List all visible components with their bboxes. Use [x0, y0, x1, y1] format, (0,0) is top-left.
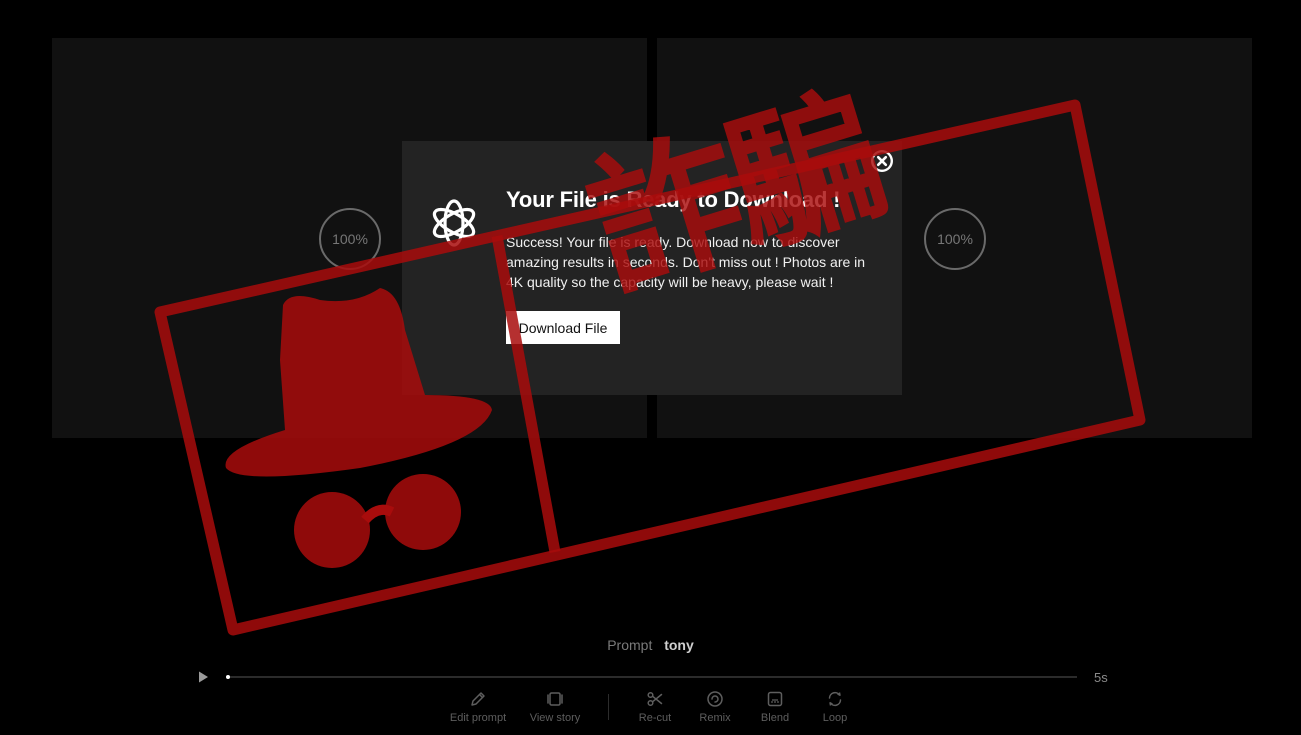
- toolbar-label: Remix: [699, 712, 731, 724]
- edit-prompt-button[interactable]: Edit prompt: [438, 690, 518, 724]
- timeline-scrubber[interactable]: [226, 675, 1077, 679]
- close-icon[interactable]: [869, 148, 895, 174]
- progress-ring-right: 100%: [924, 208, 986, 270]
- pencil-icon: [471, 692, 485, 706]
- progress-ring-left: 100%: [319, 208, 381, 270]
- film-icon: [547, 692, 563, 706]
- openai-logo-icon: [432, 199, 476, 247]
- download-file-button[interactable]: Download File: [506, 311, 620, 344]
- prompt-value: tony: [664, 637, 694, 653]
- loop-button[interactable]: Loop: [795, 690, 875, 724]
- toolbar-label: Edit prompt: [449, 712, 507, 724]
- toolbar-divider: [608, 694, 609, 720]
- toolbar-label: Re-cut: [638, 712, 672, 724]
- loop-icon: [828, 691, 842, 707]
- view-story-button[interactable]: View story: [515, 690, 595, 724]
- duration-label: 5s: [1094, 670, 1108, 685]
- modal-message: Success! Your file is ready. Download no…: [506, 234, 866, 290]
- page: 100% 100% Your File is Ready to Download…: [0, 0, 1301, 735]
- timeline-thumb[interactable]: [226, 675, 230, 679]
- scissors-icon: [647, 691, 663, 707]
- play-icon[interactable]: [195, 669, 211, 685]
- prompt-label: Prompt: [607, 637, 653, 653]
- prompt-row: Prompt tony: [0, 637, 1301, 653]
- toolbar-label: Loop: [822, 712, 848, 724]
- toolbar-label: View story: [529, 712, 581, 724]
- toolbar-label: Blend: [760, 712, 790, 724]
- modal-title: Your File is Ready to Download !: [506, 187, 841, 212]
- download-modal: Your File is Ready to Download ! Success…: [402, 141, 902, 395]
- blend-icon: [767, 691, 783, 707]
- remix-icon: [707, 691, 723, 707]
